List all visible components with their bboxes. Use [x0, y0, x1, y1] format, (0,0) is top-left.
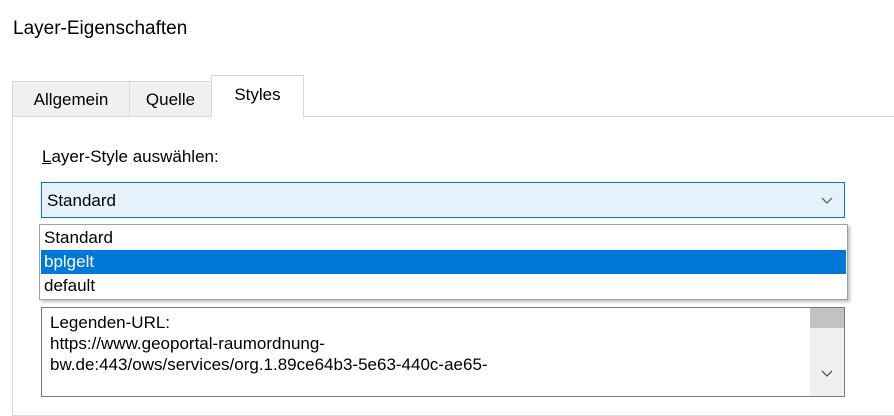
layer-style-label-text: ayer-Style auswählen: [51, 147, 219, 166]
layer-style-selected-value: Standard [47, 191, 116, 210]
layer-style-label: Layer-Style auswählen: [42, 147, 219, 167]
tab-allgemein[interactable]: Allgemein [12, 81, 130, 117]
dropdown-option-bplgelt[interactable]: bplgelt [41, 250, 846, 274]
legend-url-textbox[interactable]: Legenden-URL: https://www.geoportal-raum… [41, 307, 845, 397]
dropdown-option-default[interactable]: default [41, 274, 846, 298]
legend-url-text: Legenden-URL: https://www.geoportal-raum… [50, 313, 488, 374]
chevron-down-icon[interactable] [820, 193, 834, 207]
tab-styles[interactable]: Styles [211, 75, 304, 118]
dropdown-option-standard[interactable]: Standard [41, 226, 846, 250]
scroll-down-icon[interactable] [820, 366, 834, 380]
window-title: Layer-Eigenschaften [13, 18, 188, 39]
layer-style-combobox[interactable]: Standard [41, 182, 845, 218]
scroll-thumb[interactable] [810, 308, 844, 328]
tab-quelle[interactable]: Quelle [129, 81, 212, 117]
layer-style-dropdown-list: Standard bplgelt default [39, 224, 848, 300]
